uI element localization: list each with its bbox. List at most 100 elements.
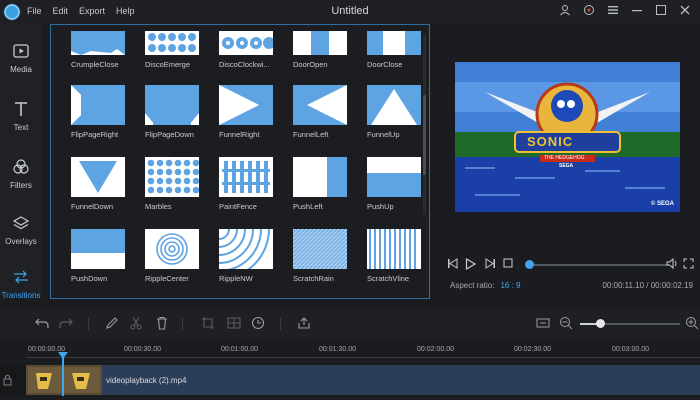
transition-thumbnail xyxy=(367,85,421,125)
volume-icon[interactable] xyxy=(666,257,678,272)
transition-funnelup[interactable]: FunnelUp xyxy=(367,85,421,139)
transition-scratchrain[interactable]: ScratchRain xyxy=(293,229,347,283)
sidebar-item-text[interactable]: Text xyxy=(0,88,42,140)
transition-label: PushDown xyxy=(71,274,108,283)
next-frame-icon[interactable] xyxy=(484,258,496,272)
transition-thumbnail xyxy=(219,31,273,55)
stop-icon[interactable] xyxy=(502,258,514,272)
transition-doorclose[interactable]: DoorClose xyxy=(367,31,421,69)
ruler-baseline xyxy=(26,357,700,358)
transition-pushdown[interactable]: PushDown xyxy=(71,229,125,283)
app-logo-icon xyxy=(4,4,20,20)
ruler-tick-label: 00:01:00.00 xyxy=(221,346,258,353)
transition-thumbnail xyxy=(293,229,347,269)
undo-icon[interactable] xyxy=(34,316,50,332)
close-icon[interactable] xyxy=(678,4,692,18)
prev-frame-icon[interactable] xyxy=(446,258,458,272)
transition-thumbnail xyxy=(71,85,125,125)
transition-scratchvline[interactable]: ScratchVline xyxy=(367,229,421,283)
transition-label: DoorClose xyxy=(367,60,403,69)
menu-edit[interactable]: Edit xyxy=(53,6,69,16)
preview-progress-knob[interactable] xyxy=(525,260,534,269)
preview-title-text: SONIC xyxy=(527,134,574,149)
sidebar-item-label: Text xyxy=(13,123,29,132)
timeline-ruler[interactable]: 00:00:00.00 00:00:30.00 00:01:00.00 00:0… xyxy=(0,340,700,362)
clip-thumbnail[interactable] xyxy=(26,365,102,395)
transition-label: ScratchRain xyxy=(293,274,334,283)
transition-dooropen[interactable]: DoorOpen xyxy=(293,31,347,69)
zoom-out-icon[interactable] xyxy=(558,316,574,332)
export-clip-icon[interactable] xyxy=(296,316,312,332)
ruler-tick-label: 00:03:00.00 xyxy=(612,346,649,353)
play-icon[interactable] xyxy=(464,257,476,272)
transition-thumbnail xyxy=(293,31,347,55)
edit-icon[interactable] xyxy=(104,316,120,332)
sidebar-item-transitions[interactable]: Transitions xyxy=(0,256,42,308)
transition-flippageright[interactable]: FlipPageRight xyxy=(71,85,125,139)
scrollbar-thumb[interactable] xyxy=(423,95,426,175)
tool-sidebar: Media Text Filters Overlays Transitions xyxy=(0,24,42,300)
minimize-icon[interactable] xyxy=(630,4,644,18)
transition-funnelleft[interactable]: FunnelLeft xyxy=(293,85,347,139)
panel-scrollbar[interactable] xyxy=(423,35,426,215)
crop-icon[interactable] xyxy=(200,316,216,332)
delete-icon[interactable] xyxy=(154,316,170,332)
transition-thumbnail xyxy=(219,157,273,197)
redo-icon[interactable] xyxy=(58,316,74,332)
toolbar-divider xyxy=(182,318,183,330)
zoom-in-icon[interactable] xyxy=(684,316,700,332)
transition-label: FunnelDown xyxy=(71,202,114,211)
transition-ripplecenter[interactable]: RippleCenter xyxy=(145,229,199,283)
clip-name: videoplayback (2).mp4 xyxy=(106,376,187,385)
transition-label: RippleCenter xyxy=(145,274,189,283)
transition-funneldown[interactable]: FunnelDown xyxy=(71,157,125,211)
duration-icon[interactable] xyxy=(250,316,266,332)
transition-discoclockwise[interactable]: DiscoClockwi... xyxy=(219,31,273,69)
menu-export[interactable]: Export xyxy=(79,6,105,16)
sidebar-item-overlays[interactable]: Overlays xyxy=(0,202,42,254)
mosaic-icon[interactable] xyxy=(226,316,242,332)
preview-progress-track[interactable] xyxy=(530,264,668,266)
transition-paintfence[interactable]: PaintFence xyxy=(219,157,273,211)
video-preview: SONIC THE HEDGEHOG SEGA © SEGA xyxy=(455,62,680,212)
playhead[interactable] xyxy=(62,354,64,396)
preview-brand-text: SEGA xyxy=(559,163,574,169)
sidebar-item-filters[interactable]: Filters xyxy=(0,146,42,198)
transition-label: FunnelRight xyxy=(219,130,260,139)
cut-icon[interactable] xyxy=(128,316,144,332)
record-icon[interactable] xyxy=(582,4,596,18)
transition-thumbnail xyxy=(145,31,199,55)
sidebar-item-media[interactable]: Media xyxy=(0,30,42,82)
user-icon[interactable] xyxy=(558,4,572,18)
maximize-icon[interactable] xyxy=(654,4,668,18)
sidebar-item-label: Filters xyxy=(10,181,32,190)
toolbar-divider xyxy=(280,318,281,330)
ruler-tick-label: 00:02:00.00 xyxy=(417,346,454,353)
lock-icon[interactable] xyxy=(0,365,26,395)
menu-file[interactable]: File xyxy=(27,6,42,16)
transition-thumbnail xyxy=(71,157,125,197)
fit-timeline-icon[interactable] xyxy=(535,316,551,332)
transition-label: DoorOpen xyxy=(293,60,328,69)
transition-flippagedown[interactable]: FlipPageDown xyxy=(145,85,199,139)
transition-pushleft[interactable]: PushLeft xyxy=(293,157,347,211)
preview-subtitle-text: THE HEDGEHOG xyxy=(544,155,585,161)
fullscreen-icon[interactable] xyxy=(682,258,694,272)
settings-icon[interactable] xyxy=(606,4,620,18)
transition-label: ScratchVline xyxy=(367,274,410,283)
transition-crumpleclose[interactable]: CrumpleClose xyxy=(71,31,125,69)
timeline-toolbar xyxy=(0,310,700,338)
menu-help[interactable]: Help xyxy=(116,6,135,16)
transition-discoemerge[interactable]: DiscoEmerge xyxy=(145,31,199,69)
transition-marbles[interactable]: Marbles xyxy=(145,157,199,211)
zoom-slider-track[interactable] xyxy=(580,323,680,325)
aspect-ratio-value[interactable]: 16 : 9 xyxy=(500,281,520,290)
transition-funnelright[interactable]: FunnelRight xyxy=(219,85,273,139)
zoom-slider-knob[interactable] xyxy=(596,319,605,328)
ruler-tick-label: 00:02:30.00 xyxy=(514,346,551,353)
transition-pushup[interactable]: PushUp xyxy=(367,157,421,211)
text-icon xyxy=(12,100,30,118)
transition-thumbnail xyxy=(367,31,421,55)
transition-ripplenw[interactable]: RippleNW xyxy=(219,229,273,283)
menu-bar: File Edit Export Help xyxy=(27,6,135,16)
